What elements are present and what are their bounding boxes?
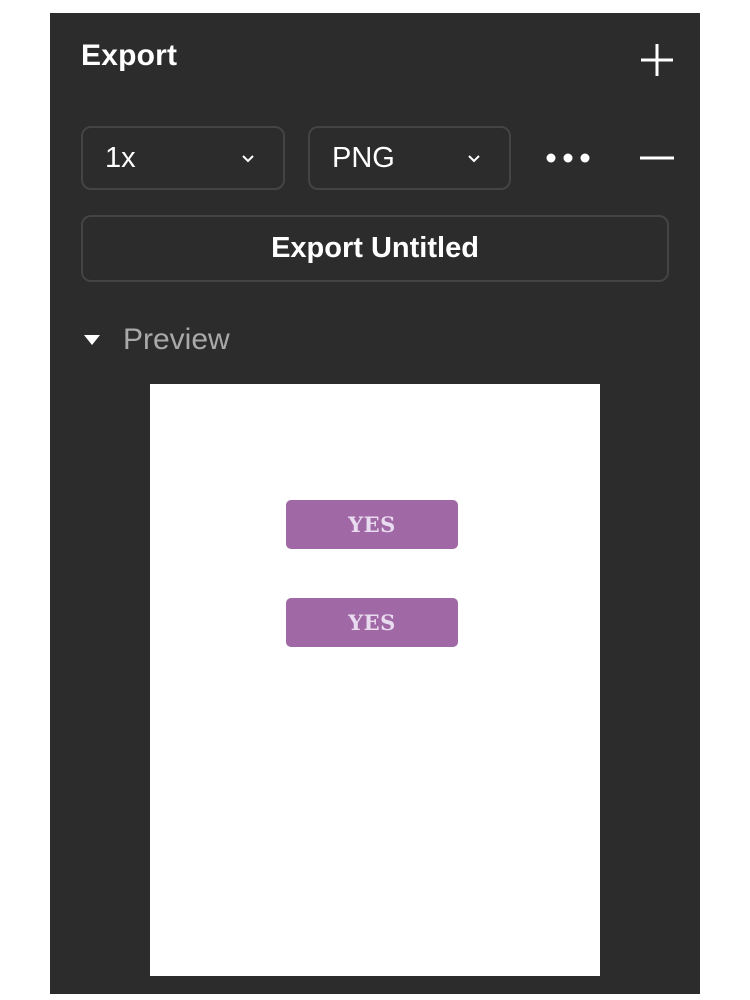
export-button[interactable]: Export Untitled (81, 215, 669, 282)
panel-title: Export (81, 39, 178, 72)
preview-canvas: YES YES (150, 384, 600, 976)
preview-label: Preview (123, 323, 230, 356)
more-horizontal-icon[interactable] (545, 151, 591, 165)
caret-down-icon (84, 335, 100, 345)
scale-value: 1x (105, 142, 136, 174)
chevron-down-icon (242, 155, 254, 163)
format-select[interactable]: PNG (308, 126, 511, 190)
export-panel: Export 1x PNG Export Untitled Preview YE… (50, 13, 700, 994)
preview-yes-button: YES (286, 598, 458, 647)
scale-select[interactable]: 1x (81, 126, 285, 190)
plus-icon[interactable] (638, 41, 676, 79)
preview-yes-button: YES (286, 500, 458, 549)
chevron-down-icon (468, 155, 480, 163)
format-value: PNG (332, 142, 395, 174)
minus-icon[interactable] (638, 148, 676, 168)
